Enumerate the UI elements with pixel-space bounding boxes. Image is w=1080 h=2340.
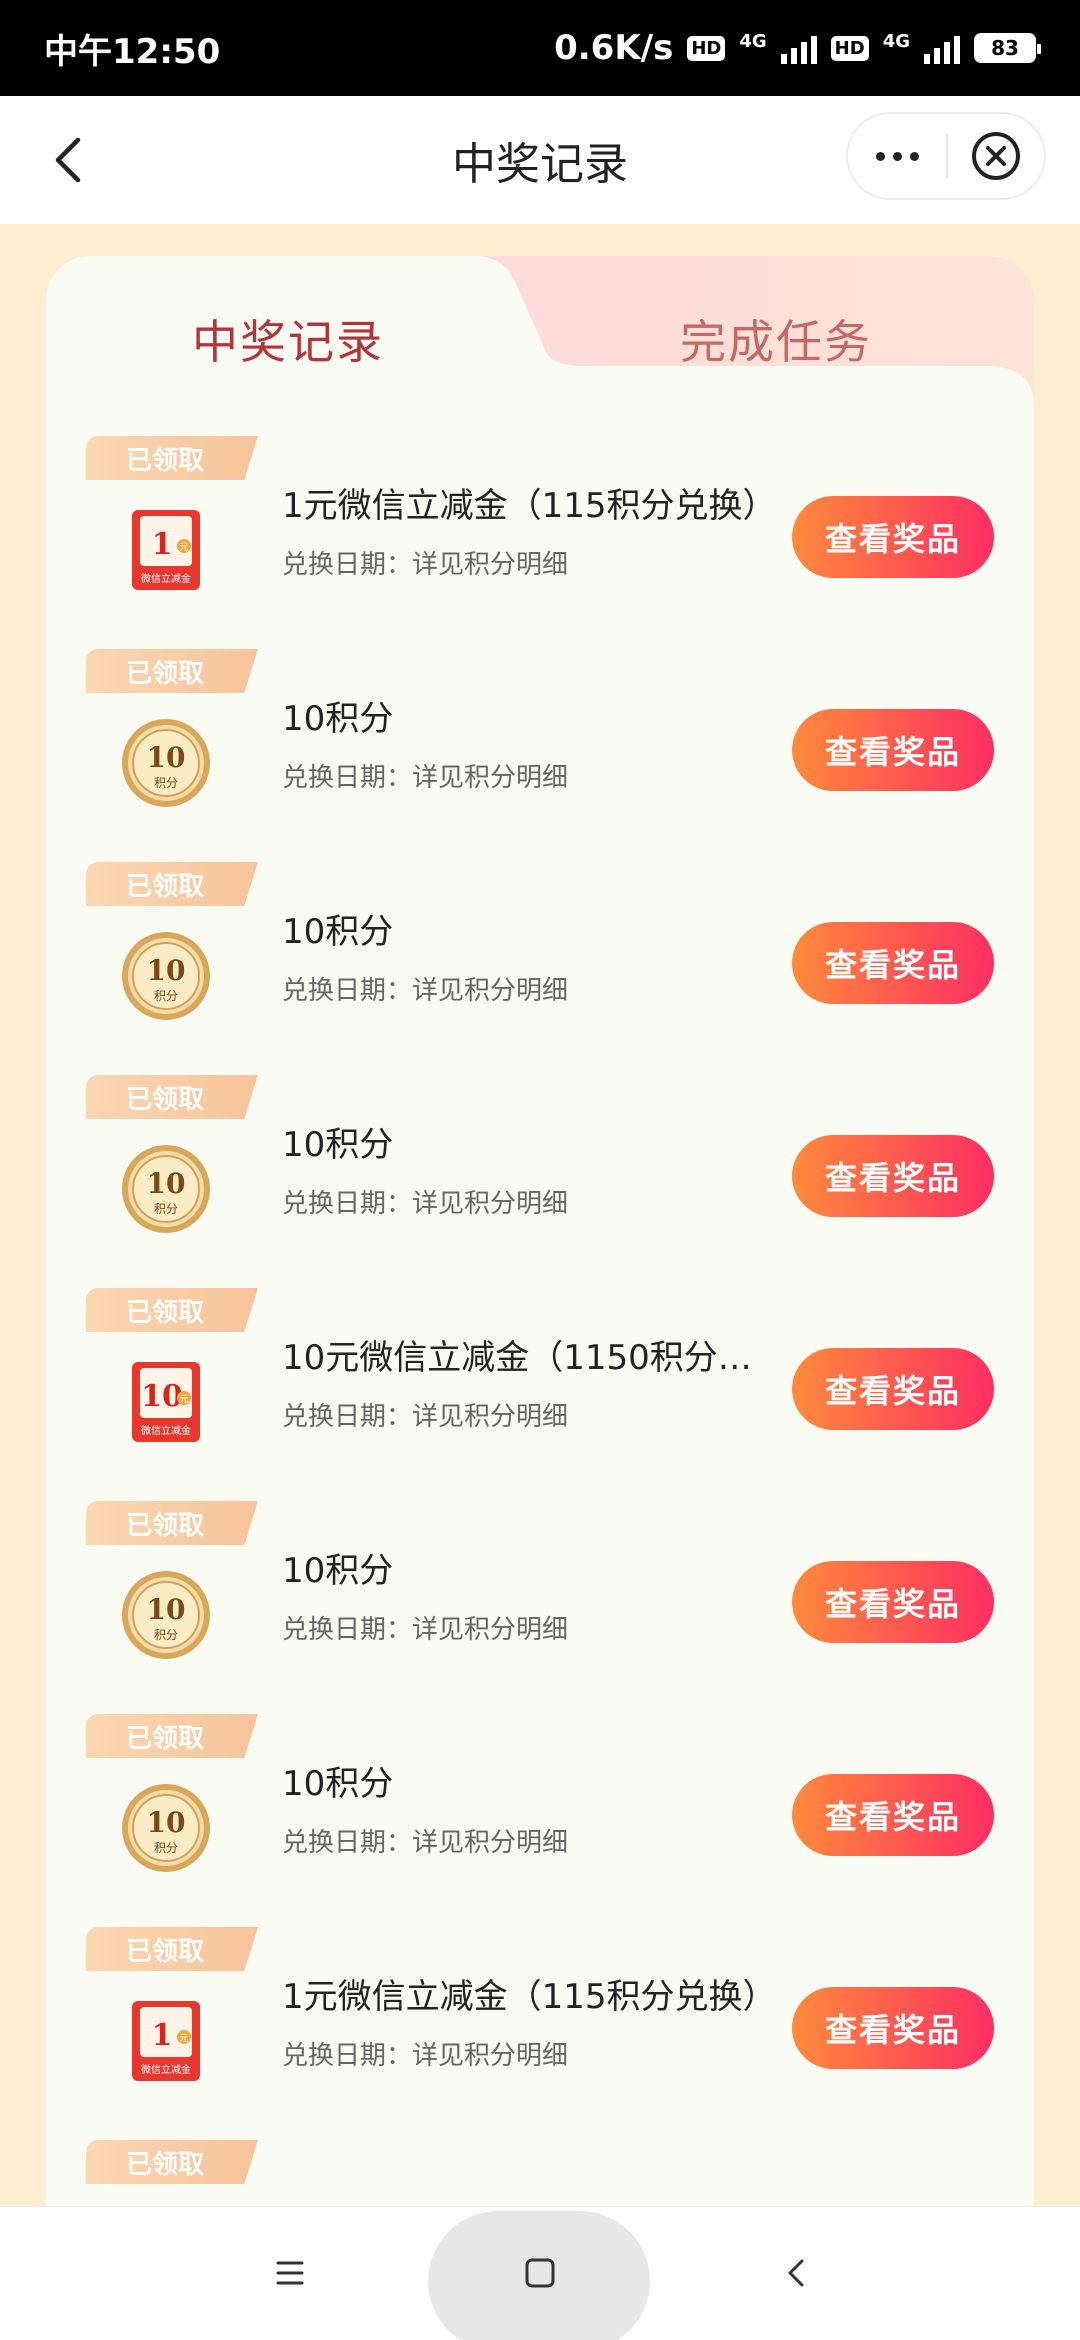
prize-title: 10积分: [282, 1125, 394, 1165]
tab-completed-tasks[interactable]: 完成任务: [680, 306, 872, 372]
view-prize-button[interactable]: 查看奖品: [792, 1561, 994, 1643]
prize-list-item: 已领取 10 元 微信立减金 10元微信立减金（1150积分兑... 兑换日期：…: [46, 1288, 1034, 1501]
coin-caption: 积分: [154, 1202, 178, 1216]
prize-list-item: 已领取 1 元 微信立减金 1元微信立减金（115积分兑换） 兑换日期：详见积分…: [46, 436, 1034, 649]
envelope-unit: 元: [179, 543, 188, 553]
coin-amount: 10: [147, 1167, 186, 1200]
records-card: 中奖记录 完成任务 已领取 1 元 微信立减金 1元微信立减金（115积分兑换）…: [46, 256, 1034, 2206]
red-envelope-icon: 1 元 微信立减金: [132, 2001, 200, 2081]
claimed-badge: 已领取: [86, 1075, 258, 1119]
signal-icon-2: [924, 32, 960, 64]
redeem-date-text: 兑换日期：详见积分明细: [282, 1189, 569, 1219]
page-title: 中奖记录: [452, 139, 628, 190]
view-prize-button[interactable]: 查看奖品: [792, 1774, 994, 1856]
gold-coin-10-points-icon: 10 积分: [122, 1571, 210, 1659]
gold-coin-10-points-icon: 10 积分: [122, 1784, 210, 1872]
redeem-date-text: 兑换日期：详见积分明细: [282, 550, 569, 580]
claimed-badge: 已领取: [86, 2140, 258, 2184]
coin-amount: 10: [147, 1806, 186, 1839]
network-type-2: 4G: [882, 30, 910, 52]
battery-icon: 83: [974, 33, 1041, 63]
gold-coin-10-points-icon: 10 积分: [122, 1145, 210, 1233]
network-type: 4G: [739, 30, 767, 52]
signal-icon: [780, 32, 817, 64]
envelope-caption: 微信立减金: [141, 1424, 191, 1437]
mini-program-capsule: [846, 112, 1046, 200]
prize-list-item: 已领取 10 积分 10积分 兑换日期：详见积分明细 查看奖品: [46, 1075, 1034, 1288]
redeem-date-text: 兑换日期：详见积分明细: [282, 1402, 569, 1432]
nav-back-icon[interactable]: [776, 2253, 816, 2293]
prize-list-item-partial: 已领取: [46, 2140, 1034, 2200]
title-bar: 中奖记录: [0, 96, 1080, 224]
coin-amount: 10: [147, 954, 186, 987]
menu-icon[interactable]: [270, 2253, 310, 2293]
tab-prize-records[interactable]: 中奖记录: [192, 306, 384, 372]
redeem-date-text: 兑换日期：详见积分明细: [282, 1828, 569, 1858]
status-time: 中午12:50: [44, 31, 221, 72]
redeem-date-text: 兑换日期：详见积分明细: [282, 1615, 569, 1645]
prize-title: 10元微信立减金（1150积分兑...: [282, 1338, 782, 1378]
envelope-amount: 1: [152, 527, 173, 562]
prize-list-item: 已领取 1 元 微信立减金 1元微信立减金（115积分兑换） 兑换日期：详见积分…: [46, 1927, 1034, 2140]
envelope-amount: 1: [152, 2018, 173, 2053]
prize-title: 10积分: [282, 912, 394, 952]
envelope-caption: 微信立减金: [141, 572, 191, 585]
prize-title: 1元微信立减金（115积分兑换）: [282, 486, 777, 526]
view-prize-button[interactable]: 查看奖品: [792, 1987, 994, 2069]
claimed-badge: 已领取: [86, 1288, 258, 1332]
coin-caption: 积分: [154, 989, 178, 1003]
claimed-badge: 已领取: [86, 862, 258, 906]
battery-level: 83: [991, 36, 1019, 60]
claimed-badge: 已领取: [86, 1927, 258, 1971]
claimed-badge: 已领取: [86, 1714, 258, 1758]
close-circle-icon: [972, 132, 1020, 180]
envelope-caption: 微信立减金: [141, 2063, 191, 2076]
gold-coin-10-points-icon: 10 积分: [122, 932, 210, 1020]
prize-title: 10积分: [282, 1764, 394, 1804]
envelope-unit: 元: [179, 2034, 188, 2044]
network-speed: 0.6K/s: [554, 28, 674, 68]
prize-title: 10积分: [282, 1551, 394, 1591]
prize-list: 已领取 1 元 微信立减金 1元微信立减金（115积分兑换） 兑换日期：详见积分…: [46, 436, 1034, 2200]
gold-coin-10-points-icon: 10 积分: [122, 719, 210, 807]
tab-bar: 中奖记录 完成任务: [46, 256, 1034, 436]
prize-list-item: 已领取 10 积分 10积分 兑换日期：详见积分明细 查看奖品: [46, 649, 1034, 862]
red-envelope-icon: 1 元 微信立减金: [132, 510, 200, 590]
hd-icon-2: HD: [830, 35, 869, 61]
coin-caption: 积分: [154, 1841, 178, 1855]
prize-list-item: 已领取 10 积分 10积分 兑换日期：详见积分明细 查看奖品: [46, 1501, 1034, 1714]
envelope-unit: 元: [179, 1395, 188, 1405]
claimed-badge: 已领取: [86, 649, 258, 693]
prize-list-item: 已领取 10 积分 10积分 兑换日期：详见积分明细 查看奖品: [46, 1714, 1034, 1927]
status-bar: 中午12:50 0.6K/s HD 4G HD 4G 83: [0, 0, 1080, 96]
redeem-date-text: 兑换日期：详见积分明细: [282, 2041, 569, 2071]
more-options-button[interactable]: [848, 114, 946, 198]
view-prize-button[interactable]: 查看奖品: [792, 922, 994, 1004]
coin-caption: 积分: [154, 1628, 178, 1642]
view-prize-button[interactable]: 查看奖品: [792, 1135, 994, 1217]
view-prize-button[interactable]: 查看奖品: [792, 709, 994, 791]
coin-amount: 10: [147, 1593, 186, 1626]
envelope-amount: 10: [141, 1379, 183, 1414]
view-prize-button[interactable]: 查看奖品: [792, 1348, 994, 1430]
prize-title: 1元微信立减金（115积分兑换）: [282, 1977, 777, 2017]
claimed-badge: 已领取: [86, 1501, 258, 1545]
close-button[interactable]: [948, 130, 1044, 182]
system-nav-bar: [0, 2206, 1080, 2340]
claimed-badge: 已领取: [86, 436, 258, 480]
red-envelope-icon: 10 元 微信立减金: [132, 1362, 200, 1442]
prize-list-item: 已领取 10 积分 10积分 兑换日期：详见积分明细 查看奖品: [46, 862, 1034, 1075]
status-indicators: 0.6K/s HD 4G HD 4G 83: [554, 28, 1041, 68]
hd-icon: HD: [687, 35, 726, 61]
prize-title: 10积分: [282, 699, 394, 739]
redeem-date-text: 兑换日期：详见积分明细: [282, 976, 569, 1006]
coin-amount: 10: [147, 741, 186, 774]
back-arrow-icon[interactable]: [44, 134, 96, 186]
view-prize-button[interactable]: 查看奖品: [792, 496, 994, 578]
coin-caption: 积分: [154, 776, 178, 790]
redeem-date-text: 兑换日期：详见积分明细: [282, 763, 569, 793]
home-icon[interactable]: [520, 2253, 560, 2293]
